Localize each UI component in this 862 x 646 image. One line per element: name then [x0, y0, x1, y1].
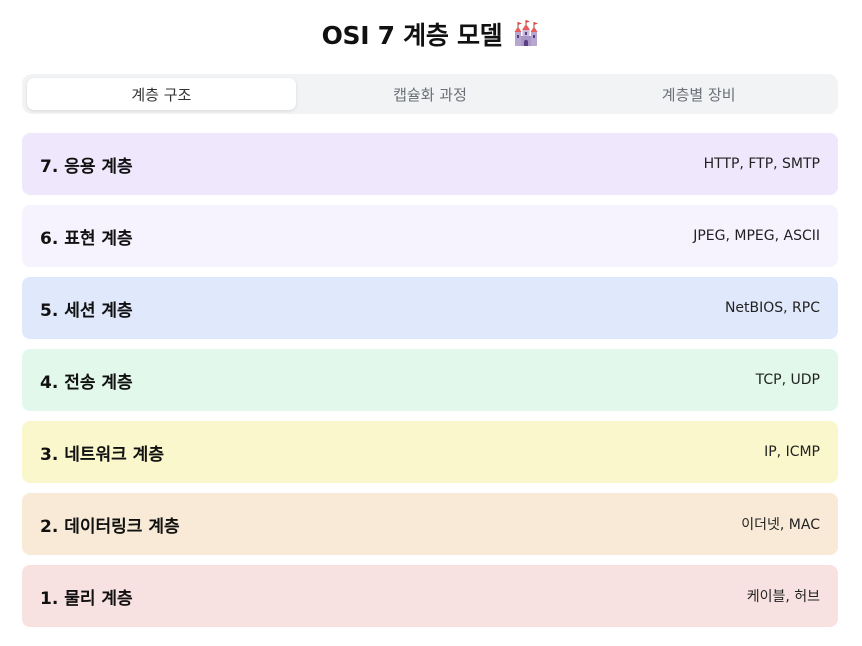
layer-name: 1. 물리 계층	[40, 588, 133, 609]
layer-item-application[interactable]: 7. 응용 계층 HTTP, FTP, SMTP	[22, 133, 838, 195]
layer-item-transport[interactable]: 4. 전송 계층 TCP, UDP	[22, 349, 838, 411]
page-title: OSI 7 계층 모델	[321, 21, 503, 50]
layer-list: 7. 응용 계층 HTTP, FTP, SMTP 6. 표현 계층 JPEG, …	[22, 133, 838, 637]
tab-bar: 계층 구조 캡슐화 과정 계층별 장비	[22, 74, 838, 114]
layer-name: 2. 데이터링크 계층	[40, 516, 180, 537]
tab-encapsulation-process[interactable]: 캡슐화 과정	[296, 78, 565, 110]
tab-layer-devices[interactable]: 계층별 장비	[564, 78, 833, 110]
layer-protocols: JPEG, MPEG, ASCII	[693, 228, 820, 244]
tab-layer-structure[interactable]: 계층 구조	[27, 78, 296, 110]
layer-protocols: IP, ICMP	[764, 444, 820, 460]
layer-name: 6. 표현 계층	[40, 228, 133, 249]
layer-protocols: TCP, UDP	[755, 372, 820, 388]
layer-item-presentation[interactable]: 6. 표현 계층 JPEG, MPEG, ASCII	[22, 205, 838, 267]
layer-item-data-link[interactable]: 2. 데이터링크 계층 이더넷, MAC	[22, 493, 838, 555]
layer-protocols: HTTP, FTP, SMTP	[703, 156, 820, 172]
layer-item-session[interactable]: 5. 세션 계층 NetBIOS, RPC	[22, 277, 838, 339]
layer-protocols: NetBIOS, RPC	[724, 300, 820, 316]
layer-name: 7. 응용 계층	[40, 156, 133, 177]
layer-item-physical[interactable]: 1. 물리 계층 케이블, 허브	[22, 565, 838, 627]
page-header: OSI 7 계층 모델	[0, 14, 862, 54]
layer-name: 3. 네트워크 계층	[40, 444, 164, 465]
page: OSI 7 계층 모델 계층 구조 캡슐화 과정 계층별 장비 7. 응용 계층…	[0, 0, 862, 646]
layer-protocols: 케이블, 허브	[746, 589, 820, 605]
layer-name: 4. 전송 계층	[40, 372, 133, 393]
layer-protocols: 이더넷, MAC	[741, 517, 820, 533]
layer-item-network[interactable]: 3. 네트워크 계층 IP, ICMP	[22, 421, 838, 483]
layer-name: 5. 세션 계층	[40, 300, 133, 321]
castle-icon	[512, 20, 540, 48]
